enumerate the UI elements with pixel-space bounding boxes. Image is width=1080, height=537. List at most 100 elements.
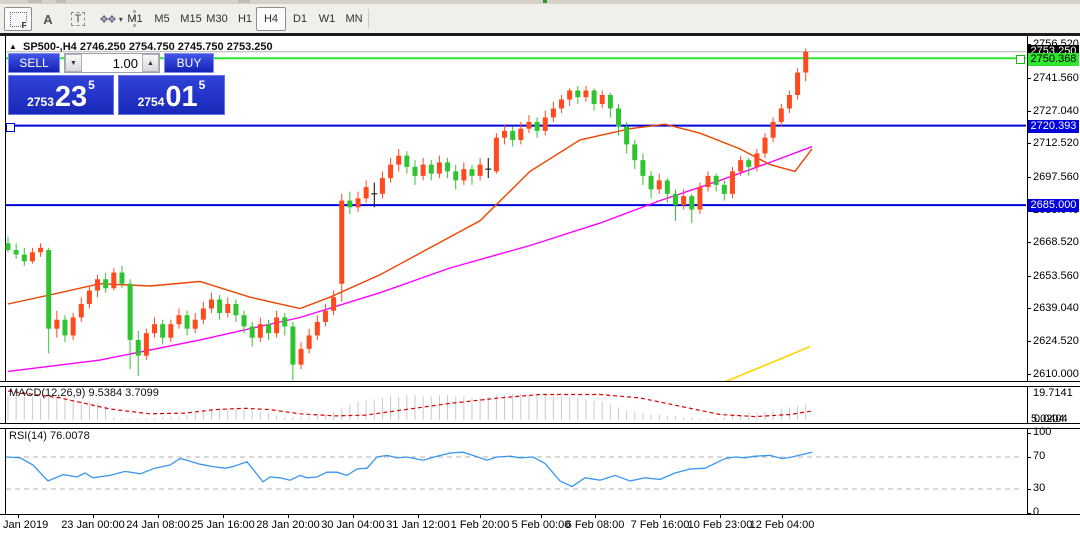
time-tick-mark [288, 515, 289, 518]
price-tick-mark [1027, 177, 1031, 178]
price-tick-mark [1027, 374, 1031, 375]
time-tick-label: 5 Feb 00:00 [512, 519, 571, 531]
time-tick-label: 7 Feb 16:00 [631, 519, 690, 531]
time-tick-label: 23 Jan 00:00 [61, 519, 125, 531]
ohlc-high: 2754.750 [129, 41, 175, 53]
toolbar-separator [368, 9, 369, 28]
ask-price-box[interactable]: 2754 01 5 [118, 75, 225, 115]
time-tick-mark [480, 515, 481, 518]
price-tick-label: 2697.560 [1033, 171, 1079, 183]
trading-terminal-window: F A T ❖❖ ▾ M1M5M15M30H1H4D1W1MN ▲ SP500-… [0, 0, 1080, 537]
price-tick-mark [1027, 242, 1031, 243]
rsi-tick-mark [1027, 489, 1031, 490]
timeframe-mn-button[interactable]: MN [341, 7, 367, 31]
price-tick-mark [1027, 78, 1031, 79]
price-tick-label: 2712.520 [1033, 137, 1079, 149]
time-tick-mark [720, 515, 721, 518]
chart-grid-f-button[interactable]: F [4, 7, 32, 31]
timeframe-m1-button[interactable]: M1 [123, 7, 147, 31]
time-tick-mark [418, 515, 419, 518]
rsi-tick-mark [1027, 513, 1031, 514]
chart-window: ▲ SP500-,H4 2746.250 2754.750 2745.750 2… [0, 36, 1080, 537]
price-tick-label: 2624.520 [1033, 335, 1079, 347]
bid-prefix: 2753 [27, 95, 54, 109]
bid-sup-digit: 5 [88, 78, 95, 92]
timeframe-m30-button[interactable]: M30 [203, 7, 231, 31]
green-level-badge: 2750.368 [1028, 53, 1079, 66]
time-tick-label: 25 Jan 16:00 [191, 519, 255, 531]
rsi-tick-label: 100 [1033, 426, 1051, 438]
symbol-timeframe: SP500-,H4 [23, 41, 77, 53]
macd-indicator-label: MACD(12,26,9) 9.5384 3.7099 [9, 387, 159, 399]
ohlc-close: 2753.250 [227, 41, 273, 53]
timeframe-m15-button[interactable]: M15 [177, 7, 205, 31]
volume-input[interactable]: 1.00 [82, 54, 142, 72]
ask-sup-digit: 5 [199, 78, 206, 92]
ohlc-low: 2745.750 [178, 41, 224, 53]
timeframe-h4-button[interactable]: H4 [256, 7, 286, 31]
price-tick-mark [1027, 341, 1031, 342]
ask-big-digits: 01 [165, 83, 197, 112]
time-tick-mark [660, 515, 661, 518]
clipped-green-indicator [543, 0, 547, 3]
macd-min-label: 0.0404 [1034, 413, 1068, 425]
text-label-button[interactable]: T [64, 7, 92, 31]
time-tick-label: 1 Feb 20:00 [451, 519, 510, 531]
one-click-trading-panel: SELL ▼ 1.00 ▲ BUY 2753 23 5 2754 01 5 [8, 53, 227, 115]
time-tick-mark [93, 515, 94, 518]
toolbar: F A T ❖❖ ▾ M1M5M15M30H1H4D1W1MN [0, 4, 1080, 34]
arrow-label-button[interactable]: A [34, 7, 62, 31]
rsi-tick-mark [1027, 433, 1031, 434]
volume-increase-button[interactable]: ▲ [142, 54, 159, 72]
time-tick-label: 28 Jan 20:00 [256, 519, 320, 531]
price-tick-mark [1027, 308, 1031, 309]
timeframe-d1-button[interactable]: D1 [288, 7, 312, 31]
clipped-button [238, 0, 250, 3]
line-handle[interactable] [1016, 55, 1025, 64]
timeframe-w1-button[interactable]: W1 [315, 7, 339, 31]
clipped-button [28, 0, 42, 3]
text-t-icon: T [71, 12, 86, 26]
blue-level-badge: 2685.000 [1028, 199, 1079, 212]
price-tick-label: 2727.040 [1033, 105, 1079, 117]
time-tick-label: 24 Jan 08:00 [126, 519, 190, 531]
timeframe-m5-button[interactable]: M5 [150, 7, 174, 31]
letter-a-icon: A [43, 12, 52, 27]
time-tick-mark [782, 515, 783, 518]
time-tick-mark [541, 515, 542, 518]
ohlc-open: 2746.250 [80, 41, 126, 53]
price-tick-mark [1027, 143, 1031, 144]
chart-header: ▲ SP500-,H4 2746.250 2754.750 2745.750 2… [9, 41, 273, 53]
time-tick-label: 31 Jan 12:00 [386, 519, 450, 531]
sell-button[interactable]: SELL [8, 53, 60, 73]
rsi-tick-label: 0 [1033, 506, 1039, 518]
price-tick-mark [1027, 111, 1031, 112]
time-tick-mark [353, 515, 354, 518]
rsi-tick-label: 30 [1033, 482, 1045, 494]
price-tick-label: 2741.560 [1033, 72, 1079, 84]
time-tick-label: 30 Jan 04:00 [321, 519, 385, 531]
time-tick-label: 12 Feb 04:00 [750, 519, 815, 531]
clipped-button [56, 0, 66, 3]
price-tick-mark [1027, 276, 1031, 277]
buy-button[interactable]: BUY [164, 53, 214, 73]
volume-decrease-button[interactable]: ▼ [65, 54, 82, 72]
blue-level-badge: 2720.393 [1028, 120, 1079, 133]
line-handle[interactable] [6, 123, 15, 132]
bid-price-box[interactable]: 2753 23 5 [8, 75, 114, 115]
grid-f-icon: F [10, 12, 27, 27]
rsi-tick-mark [1027, 457, 1031, 458]
ask-prefix: 2754 [138, 95, 165, 109]
time-tick-label: 10 Feb 23:00 [688, 519, 753, 531]
symbol-collapse-icon[interactable]: ▲ [9, 42, 17, 51]
time-tick-mark [595, 515, 596, 518]
timeframe-h1-button[interactable]: H1 [233, 7, 257, 31]
time-axis-border [0, 514, 1080, 515]
price-tick-label: 2610.000 [1033, 368, 1079, 380]
time-tick-mark [223, 515, 224, 518]
rsi-pane-canvas[interactable] [0, 427, 1027, 512]
volume-spinner: ▼ 1.00 ▲ [64, 53, 160, 73]
bid-big-digits: 23 [55, 83, 87, 112]
price-tick-label: 2653.560 [1033, 270, 1079, 282]
price-tick-label: 2668.520 [1033, 236, 1079, 248]
